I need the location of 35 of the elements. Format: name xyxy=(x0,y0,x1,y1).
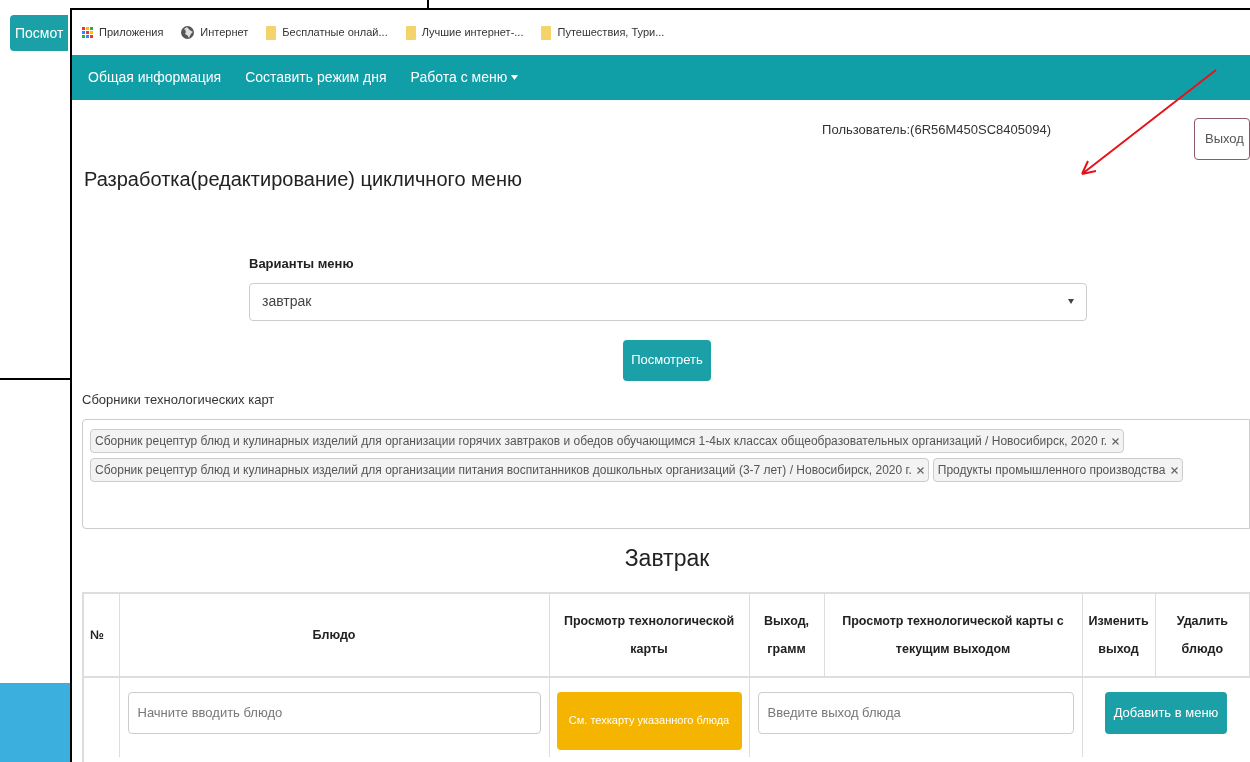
column-header: Удалить блюдо xyxy=(1155,593,1250,677)
caret-icon xyxy=(511,75,519,80)
logout-button[interactable]: Выход xyxy=(1194,118,1250,160)
caret-icon xyxy=(1068,299,1074,304)
column-header: № xyxy=(84,593,119,677)
apps-grid-icon xyxy=(82,27,93,38)
bookmark-link[interactable]: Приложения xyxy=(82,24,164,41)
page-title: Разработка(редактирование) цикличного меню xyxy=(84,167,523,192)
collection-tag: Сборник рецептур блюд и кулинарных изделий для организации горячих завтраков и обедов обучающимся 1-4ых классах общеобразовательных организаций / Новосибирск, 2020 г. xyxy=(90,429,1125,453)
collection-tag: Продукты промышленного производства xyxy=(932,458,1183,482)
collection-tag: Сборник рецептур блюд и кулинарных изделий для организации питания воспитанников дошкольных организаций (3-7 лет) / Новосибирск, 2020 г. xyxy=(90,458,929,482)
globe-icon xyxy=(181,26,195,39)
remove-icon[interactable] xyxy=(1170,466,1178,474)
column-header: Выход, грамм xyxy=(749,593,824,677)
field-label: Варианты меню xyxy=(249,255,355,273)
bookmark-link[interactable]: Бесплатные онлай... xyxy=(266,24,388,41)
folder-icon xyxy=(541,25,552,40)
column-header: Блюдо xyxy=(119,593,549,677)
column-header: Изменить выход xyxy=(1082,593,1156,677)
folder-icon xyxy=(266,25,277,40)
remove-icon[interactable] xyxy=(916,466,924,474)
remove-icon[interactable] xyxy=(1112,437,1120,445)
user-id-text: Пользователь:(6R56M450SC8405094) xyxy=(822,121,1051,139)
menu-variant-select[interactable]: завтрак xyxy=(249,282,1087,321)
tags-field[interactable] xyxy=(82,419,1250,529)
folder-icon xyxy=(405,25,416,40)
dish-input[interactable]: Начните вводить блюдо xyxy=(127,691,541,734)
column-header: Просмотр технологической карты с текущим выходом xyxy=(824,593,1082,677)
section-title: Завтрак xyxy=(623,544,711,573)
section-label: Сборники технологических карт xyxy=(82,390,276,409)
yield-input[interactable]: Введите выход блюда xyxy=(757,691,1074,734)
bookmark-link[interactable]: Путешествия, Тури... xyxy=(541,24,665,41)
column-header: Просмотр технологической карты xyxy=(549,593,749,677)
bookmark-link[interactable]: Лучшие интернет-... xyxy=(405,24,524,41)
bookmark-link[interactable]: Интернет xyxy=(181,24,249,41)
